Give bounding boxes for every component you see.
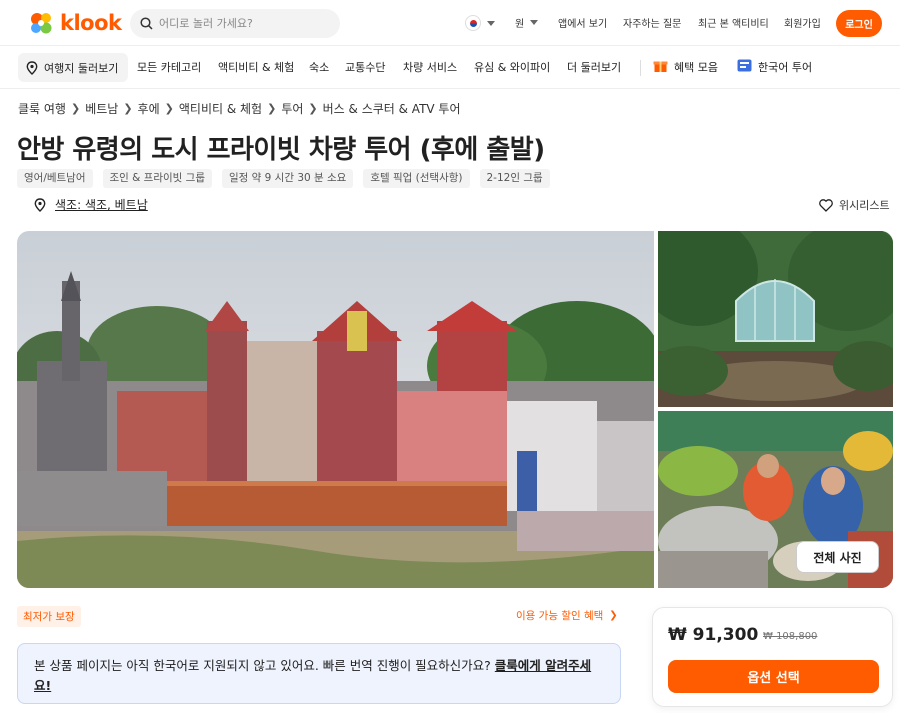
nav-divider	[640, 60, 641, 76]
nav-sim-wifi[interactable]: 유심 & 와이파이	[474, 59, 550, 75]
breadcrumb: 클룩 여행 ❯ 베트남 ❯ 후에 ❯ 액티비티 & 체험 ❯ 투어 ❯ 버스 & 스쿠터 …	[18, 100, 461, 117]
search-input[interactable]	[159, 17, 329, 30]
tag-language: 영어/베트남어	[17, 169, 93, 188]
gallery-main-photo[interactable]	[17, 231, 654, 588]
breadcrumb-item[interactable]: 버스 & 스쿠터 & ATV 투어	[323, 100, 461, 117]
tag-group-type: 조인 & 프라이빗 그룹	[102, 169, 212, 188]
location-pin-icon	[26, 60, 38, 75]
nav-all-categories[interactable]: 모든 카테고리	[137, 59, 201, 75]
nav-benefits[interactable]: 혜택 모음	[674, 59, 718, 75]
language-selector[interactable]	[465, 15, 495, 31]
discount-link[interactable]: 이용 가능 할인 혜택 ❯	[516, 608, 618, 623]
page-title: 안방 유령의 도시 프라이빗 차량 투어 (후에 출발)	[17, 135, 545, 165]
login-button[interactable]: 로그인	[836, 10, 882, 37]
chevron-right-icon: ❯	[267, 102, 277, 115]
wishlist-label: 위시리스트	[839, 199, 890, 212]
chevron-right-icon: ❯	[164, 102, 174, 115]
price-card: ₩ 91,300 ₩ 108,800 옵션 선택	[652, 607, 893, 707]
chevron-right-icon: ❯	[123, 102, 133, 115]
best-price-badge: 최저가 보장	[17, 606, 81, 627]
tag-duration: 일정 약 9 시간 30 분 소요	[221, 169, 354, 188]
select-options-button[interactable]: 옵션 선택	[668, 660, 879, 693]
location-pin-icon	[34, 197, 46, 212]
nav-more[interactable]: 더 둘러보기	[567, 59, 621, 75]
cemetery-photo	[17, 231, 654, 588]
chevron-down-icon	[530, 20, 539, 25]
breadcrumb-item[interactable]: 투어	[281, 100, 303, 117]
original-price: ₩ 108,800	[763, 631, 818, 642]
search-icon	[140, 17, 153, 30]
chevron-down-icon	[487, 20, 495, 26]
tag-pickup: 호텔 픽업 (선택사항)	[363, 169, 470, 188]
klook-logo-icon	[31, 13, 52, 34]
logo-text: klook	[60, 11, 122, 35]
recently-viewed-link[interactable]: 최근 본 액티비티	[698, 15, 769, 30]
gift-icon	[653, 61, 668, 72]
currency-label: 원	[515, 19, 525, 30]
heart-icon	[819, 198, 833, 212]
breadcrumb-item[interactable]: 클룩 여행	[18, 100, 66, 117]
greenhouse-photo	[658, 231, 893, 407]
search-bar[interactable]	[130, 9, 340, 38]
view-all-photos-button[interactable]: 전체 사진	[796, 541, 879, 573]
faq-link[interactable]: 자주하는 질문	[623, 15, 681, 30]
nav-korean-tour[interactable]: 한국어 투어	[758, 59, 812, 75]
gallery-greenhouse-photo[interactable]	[658, 231, 893, 407]
signup-link[interactable]: 회원가입	[784, 15, 821, 30]
korean-tour-icon	[737, 59, 752, 72]
breadcrumb-item[interactable]: 후에	[138, 100, 160, 117]
category-nav: 여행지 둘러보기 모든 카테고리 액티비티 & 체험 숙소 교통수단 차량 서비…	[0, 47, 900, 89]
breadcrumb-item[interactable]: 베트남	[85, 100, 118, 117]
notice-text: 본 상품 페이지는 아직 한국어로 지원되지 않고 있어요. 빠른 번역 진행이…	[34, 658, 495, 673]
nav-car-services[interactable]: 차량 서비스	[403, 59, 457, 75]
tag-group-size: 2-12인 그룹	[479, 169, 550, 188]
current-price: ₩ 91,300	[668, 625, 759, 645]
nav-activities[interactable]: 액티비티 & 체험	[218, 59, 294, 75]
translation-notice: 본 상품 페이지는 아직 한국어로 지원되지 않고 있어요. 빠른 번역 진행이…	[17, 643, 621, 704]
chevron-right-icon: ❯	[70, 102, 81, 115]
klook-logo[interactable]: klook	[28, 10, 122, 36]
location-text: 색조: 색조, 베트남	[55, 198, 148, 212]
chevron-right-icon: ❯	[609, 610, 618, 621]
discount-link-label: 이용 가능 할인 혜택	[516, 610, 604, 622]
korea-flag-icon	[465, 15, 481, 31]
product-tags: 영어/베트남어 조인 & 프라이빗 그룹 일정 약 9 시간 30 분 소요 호…	[17, 169, 550, 188]
app-link[interactable]: 앱에서 보기	[558, 15, 607, 30]
nav-stays[interactable]: 숙소	[309, 59, 329, 75]
currency-selector[interactable]: 원	[515, 15, 539, 30]
top-header: klook 원 앱에서 보기 자주하는 질문 최근 본 액티비티 회원가입 로그…	[0, 0, 900, 46]
explore-destinations-button[interactable]: 여행지 둘러보기	[18, 53, 128, 82]
nav-transport[interactable]: 교통수단	[345, 59, 385, 75]
chevron-right-icon: ❯	[308, 102, 318, 115]
explore-label: 여행지 둘러보기	[44, 61, 119, 75]
breadcrumb-item[interactable]: 액티비티 & 체험	[179, 100, 262, 117]
location-link[interactable]: 색조: 색조, 베트남	[34, 196, 148, 213]
wishlist-button[interactable]: 위시리스트	[819, 197, 890, 213]
